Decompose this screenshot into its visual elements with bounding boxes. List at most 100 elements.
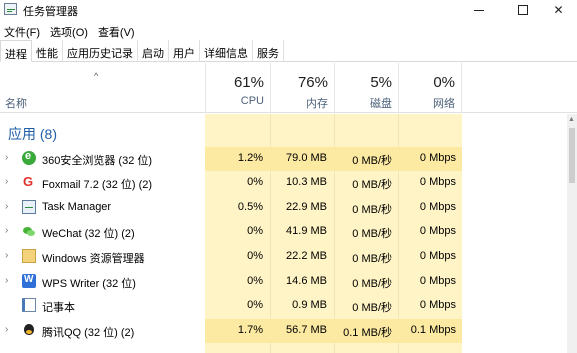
wps-writer-icon [22,274,36,288]
tab-users[interactable]: 用户 [169,40,200,62]
menu-options[interactable]: 选项(O) [46,21,94,39]
memory-value: 22.9 MB [286,201,327,213]
close-icon: ✕ [553,3,564,17]
tab-strip: 进程 性能 应用历史记录 启动 用户 详细信息 服务 [0,40,577,62]
title-bar: 任务管理器 ✕ [0,0,577,20]
cpu-value: 0% [247,299,263,311]
cpu-value: 0% [247,225,263,237]
chevron-right-icon[interactable]: › [5,201,8,212]
tab-services[interactable]: 服务 [253,40,284,62]
table-row[interactable]: › 360安全浏览器 (32 位) 1.2% 79.0 MB 0 MB/秒 0 … [0,147,567,171]
table-row[interactable]: › WPS Writer (32 位) 0% 14.6 MB 0 MB/秒 0 … [0,270,567,294]
scroll-up-arrow-icon[interactable]: ▲ [568,116,575,123]
disk-value: 0 MB/秒 [352,253,392,265]
column-disk-header[interactable]: 5% 磁盘 [334,63,398,113]
disk-value: 0 MB/秒 [352,179,392,191]
network-value: 0 Mbps [419,250,456,262]
chevron-right-icon[interactable]: › [5,225,8,236]
chevron-right-icon[interactable]: › [5,275,8,286]
foxmail-icon [22,174,36,189]
chevron-right-icon[interactable]: › [5,176,8,187]
column-name-header[interactable]: 名称 [5,95,27,111]
disk-value: 0.1 MB/秒 [343,327,392,339]
windows-explorer-icon [22,249,36,263]
memory-value: 0.9 MB [292,299,327,311]
sort-chevron-up-icon: ^ [94,71,99,81]
tab-startup[interactable]: 启动 [138,40,169,62]
memory-value: 14.6 MB [286,275,327,287]
cpu-value: 1.7% [237,324,263,336]
network-value: 0 Mbps [419,152,456,164]
disk-value: 0 MB/秒 [352,228,392,240]
chevron-right-icon[interactable]: › [5,250,8,261]
cpu-label: CPU [240,95,264,107]
notepad-icon [22,298,36,312]
network-label: 网络 [433,98,455,110]
360-browser-icon [22,150,36,165]
chevron-right-icon[interactable]: › [5,324,8,335]
table-row[interactable]: › 腾讯QQ (32 位) (2) 1.7% 56.7 MB 0.1 MB/秒 … [0,319,567,343]
process-name: Foxmail 7.2 (32 位) (2) [42,179,153,191]
menu-file[interactable]: 文件(F) [0,21,46,39]
chevron-right-icon[interactable]: › [5,152,8,163]
cpu-value: 0% [247,250,263,262]
memory-value: 10.3 MB [286,176,327,188]
network-value: 0 Mbps [419,225,456,237]
table-row[interactable]: › Task Manager 0.5% 22.9 MB 0 MB/秒 0 Mbp… [0,196,567,220]
disk-value: 0 MB/秒 [352,155,392,167]
vertical-scrollbar[interactable]: ▲ [567,114,577,353]
task-manager-icon [4,3,17,15]
disk-value: 0 MB/秒 [352,302,392,314]
table-row[interactable]: › WeChat (32 位) (2) 0% 41.9 MB 0 MB/秒 0 … [0,220,567,244]
memory-total-percent: 76% [297,74,328,91]
tab-performance[interactable]: 性能 [32,40,63,62]
disk-value: 0 MB/秒 [352,204,392,216]
menu-view[interactable]: 查看(V) [94,21,141,39]
column-network-header[interactable]: 0% 网络 [398,63,462,113]
network-value: 0.1 Mbps [410,324,456,336]
disk-value: 0 MB/秒 [352,278,392,290]
disk-label: 磁盘 [370,98,392,110]
column-cpu-header[interactable]: 61% CPU [205,63,270,113]
tab-details[interactable]: 详细信息 [200,40,253,62]
memory-label: 内存 [306,98,328,110]
cpu-value: 0% [247,176,263,188]
close-button[interactable]: ✕ [536,0,577,20]
maximize-icon [517,5,528,15]
column-memory-header[interactable]: 76% 内存 [270,63,334,113]
network-total-percent: 0% [433,74,455,91]
group-apps-title[interactable]: 应用 (8) [8,124,57,144]
network-value: 0 Mbps [419,299,456,311]
process-name: 记事本 [42,302,75,314]
window-title: 任务管理器 [23,6,78,18]
process-name: Task Manager [42,201,112,213]
cpu-value: 0% [247,275,263,287]
memory-value: 79.0 MB [286,152,327,164]
menu-bar: 文件(F) 选项(O) 查看(V) [0,21,141,39]
cpu-value: 1.2% [237,152,263,164]
network-value: 0 Mbps [419,275,456,287]
task-manager-icon [22,200,36,214]
table-row[interactable]: › Foxmail 7.2 (32 位) (2) 0% 10.3 MB 0 MB… [0,171,567,195]
cpu-value: 0.5% [237,201,263,213]
memory-value: 22.2 MB [286,250,327,262]
disk-total-percent: 5% [370,74,392,91]
tab-processes[interactable]: 进程 [0,40,32,62]
scrollbar-thumb[interactable] [569,128,575,183]
process-name: WeChat (32 位) (2) [42,228,135,240]
table-row[interactable]: 记事本 0% 0.9 MB 0 MB/秒 0 Mbps [0,294,567,318]
qq-icon [22,323,36,337]
cpu-total-percent: 61% [233,74,264,91]
process-name: WPS Writer (32 位) [42,278,136,290]
minimize-button[interactable] [456,0,501,20]
minimize-icon [473,9,484,11]
network-value: 0 Mbps [419,176,456,188]
tab-app-history[interactable]: 应用历史记录 [63,40,138,62]
process-name: 腾讯QQ (32 位) (2) [42,327,135,339]
network-value: 0 Mbps [419,201,456,213]
column-header: ^ 名称 61% CPU 76% 内存 5% 磁盘 0% 网络 [0,63,577,113]
table-row[interactable]: › Windows 资源管理器 0% 22.2 MB 0 MB/秒 0 Mbps [0,245,567,269]
memory-value: 41.9 MB [286,225,327,237]
wechat-icon [22,224,36,238]
process-name: Windows 资源管理器 [42,253,145,265]
